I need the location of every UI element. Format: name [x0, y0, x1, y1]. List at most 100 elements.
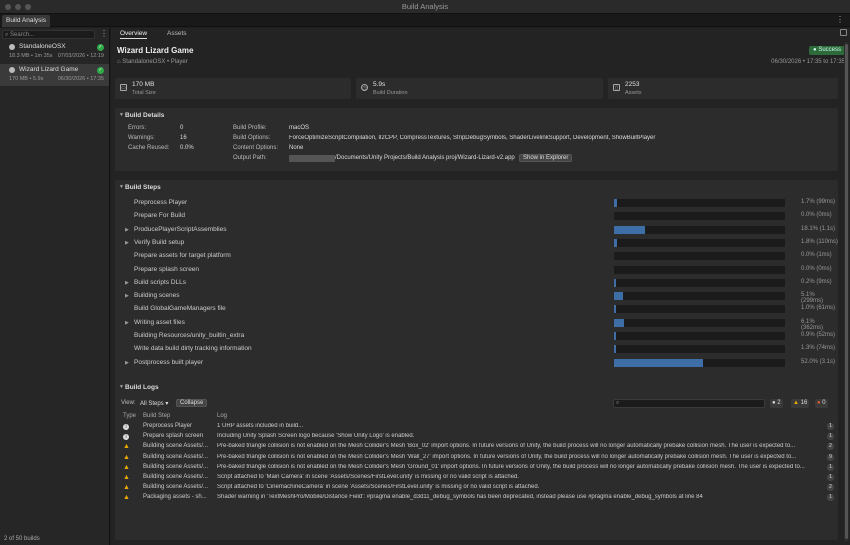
collapse-triangle-icon[interactable]: ▼ [119, 184, 124, 190]
detail-label: Errors: [128, 125, 146, 131]
log-row[interactable]: i Preprocess Player 1 URP assets included … [119, 422, 834, 432]
detail-value: 16 [180, 135, 187, 141]
log-step: Building scene Assets/... [143, 443, 209, 450]
disk-icon: ▭ [120, 84, 127, 91]
stat-label: Assets [625, 90, 642, 96]
collapse-triangle-icon[interactable]: ▼ [119, 112, 124, 118]
log-count-badge: 1 [827, 494, 834, 502]
panel-toggle-icon[interactable] [840, 29, 847, 36]
build-step-bar [614, 358, 785, 367]
build-step-name: Verify Build setup [134, 238, 185, 246]
build-step-row[interactable]: ▶ Verify Build setup 1.8% (110ms) [115, 237, 838, 250]
build-step-bar-fill [614, 199, 617, 207]
search-input[interactable]: ⌕ Search... [2, 30, 95, 39]
scrollbar[interactable] [844, 42, 849, 542]
expand-triangle-icon[interactable]: ▶ [125, 227, 129, 233]
log-row[interactable]: i Prepare splash screen Including Unity Sp… [119, 432, 834, 442]
log-message: Including Unity Splash Screen logo becau… [217, 433, 415, 440]
detail-value: 0.0% [180, 145, 194, 151]
build-step-row[interactable]: ▶ Postprocess built player 52.0% (3.1s) [115, 357, 838, 370]
build-step-row[interactable]: ▶ ProducePlayerScriptAssemblies 18.1% (1.1… [115, 224, 838, 237]
collapse-button[interactable]: Collapse [176, 399, 208, 407]
file-icon: ▯ [613, 84, 620, 91]
window-tab[interactable]: Build Analysis [2, 15, 51, 27]
build-step-row: Write data build dirty tracking informat… [115, 343, 838, 356]
build-date: 07/03/2026 • 12:19 [57, 53, 104, 59]
section-title: Build Logs [125, 384, 159, 391]
build-list-item[interactable]: StandaloneOSX ✓ 18.3 MB • 1m 35s 07/03/2… [0, 41, 109, 63]
build-steps-section: ▼ Build Steps Preprocess Player 1.7% (99m… [115, 180, 838, 395]
info-icon: i [123, 434, 129, 441]
log-count-badge: 2 [827, 443, 834, 451]
detail-value: 0 [180, 125, 184, 131]
section-title: Build Details [125, 112, 165, 119]
expand-triangle-icon[interactable]: ▶ [125, 240, 129, 246]
log-row[interactable]: ▲ Building scene Assets/... Pre-baked tria… [119, 442, 834, 452]
show-in-explorer-button[interactable]: Show in Explorer [519, 154, 573, 162]
time-range: 06/30/2026 • 17:35 to 17:35 [771, 59, 845, 65]
detail-label: Output Path: [233, 155, 267, 161]
build-step-name: Writing asset files [134, 318, 185, 326]
log-count-badge: 1 [827, 433, 834, 441]
status-badge: ● Success [809, 46, 845, 55]
build-step-name: Prepare splash screen [134, 265, 200, 273]
log-row[interactable]: ▲ Building scene Assets/... Script attache… [119, 473, 834, 483]
stat-label: Total Size [132, 90, 156, 96]
build-step-percent: 18.1% (1.1s) [801, 225, 836, 232]
build-step-percent: 6.1% (362ms) [801, 318, 824, 331]
window-tab-bar: Build Analysis ⋮ [0, 14, 850, 27]
log-row[interactable]: ▲ Packaging assets - sh... Shader warning … [119, 493, 834, 503]
column-header-log[interactable]: Log [217, 413, 227, 419]
build-list-sidebar: ⌕ Search... ⋮ StandaloneOSX ✓ 18.3 MB • … [0, 28, 110, 545]
scrollbar-thumb[interactable] [845, 44, 848, 539]
column-header-step[interactable]: Build Step [143, 413, 170, 419]
error-count-badge[interactable]: ● 0 [815, 399, 828, 408]
build-step-bar-fill [614, 332, 616, 340]
log-message: Script attached to 'CinemachineCamera' i… [217, 484, 540, 491]
view-select[interactable]: All Steps ▾ [140, 400, 168, 407]
warning-icon: ▲ [123, 484, 130, 492]
success-check-icon: ✓ [97, 44, 104, 51]
build-step-row[interactable]: ▶ Build scripts DLLs 0.2% (9ms) [115, 277, 838, 290]
log-row[interactable]: ▲ Building scene Assets/... Pre-baked tria… [119, 463, 834, 473]
log-row[interactable]: ▲ Building scene Assets/... Script attache… [119, 483, 834, 493]
build-step-percent: 1.3% (74ms) [801, 345, 836, 352]
expand-triangle-icon[interactable]: ▶ [125, 320, 129, 326]
sidebar-menu-icon[interactable]: ⋮ [100, 29, 108, 38]
apple-icon [9, 44, 15, 50]
build-count-footer: 2 of 50 builds [4, 536, 40, 542]
build-step-row[interactable]: ▶ Writing asset files 6.1% (362ms) [115, 317, 838, 331]
build-details-section: ▼ Build Details Errors: 0 Warnings: 16 C… [115, 108, 838, 171]
tab-assets[interactable]: Assets [167, 29, 187, 39]
build-step-name: Building Resources/unity_builtin_extra [134, 332, 245, 339]
expand-triangle-icon[interactable]: ▶ [125, 280, 129, 286]
warning-count-badge[interactable]: ▲ 16 [791, 399, 810, 408]
log-row[interactable]: ▲ Building scene Assets/... Pre-baked tria… [119, 453, 834, 463]
expand-triangle-icon[interactable]: ▶ [125, 293, 129, 299]
build-step-bar-fill [614, 225, 645, 234]
info-count-badge[interactable]: ● 2 [770, 399, 783, 408]
build-meta: 18.3 MB • 1m 35s [9, 53, 53, 59]
build-step-row: Prepare assets for target platform 0.0% (… [115, 250, 838, 263]
log-step: Preprocess Player [143, 423, 193, 429]
window-menu-icon[interactable]: ⋮ [836, 15, 844, 24]
build-step-bar-fill [614, 278, 616, 287]
build-list-item-selected[interactable]: Wizard Lizard Game ✓ 170 MB • 5.9s 06/30… [0, 64, 109, 86]
build-step-bar-fill [614, 238, 618, 247]
column-header-type[interactable]: Type [123, 413, 136, 419]
stat-value: 2253 [625, 81, 640, 88]
log-count-badge: 1 [827, 423, 834, 430]
log-filter-input[interactable]: ⌕ [613, 399, 765, 408]
log-step: Building scene Assets/... [143, 474, 209, 480]
build-step-bar [614, 199, 785, 207]
build-step-name: Write data build dirty tracking informat… [134, 345, 252, 353]
build-step-percent: 0.0% (1ms) [801, 252, 832, 259]
build-step-row[interactable]: ▶ Building scenes 5.1% (299ms) [115, 290, 838, 304]
build-step-name: Postprocess built player [134, 358, 204, 366]
log-message: Script attached to 'Main Camera' in scen… [217, 474, 520, 480]
log-count-badge: 2 [827, 484, 834, 492]
expand-triangle-icon[interactable]: ▶ [125, 360, 129, 366]
detail-label: Build Options: [233, 135, 271, 141]
collapse-triangle-icon[interactable]: ▼ [119, 384, 124, 390]
tab-overview[interactable]: Overview [120, 29, 148, 39]
